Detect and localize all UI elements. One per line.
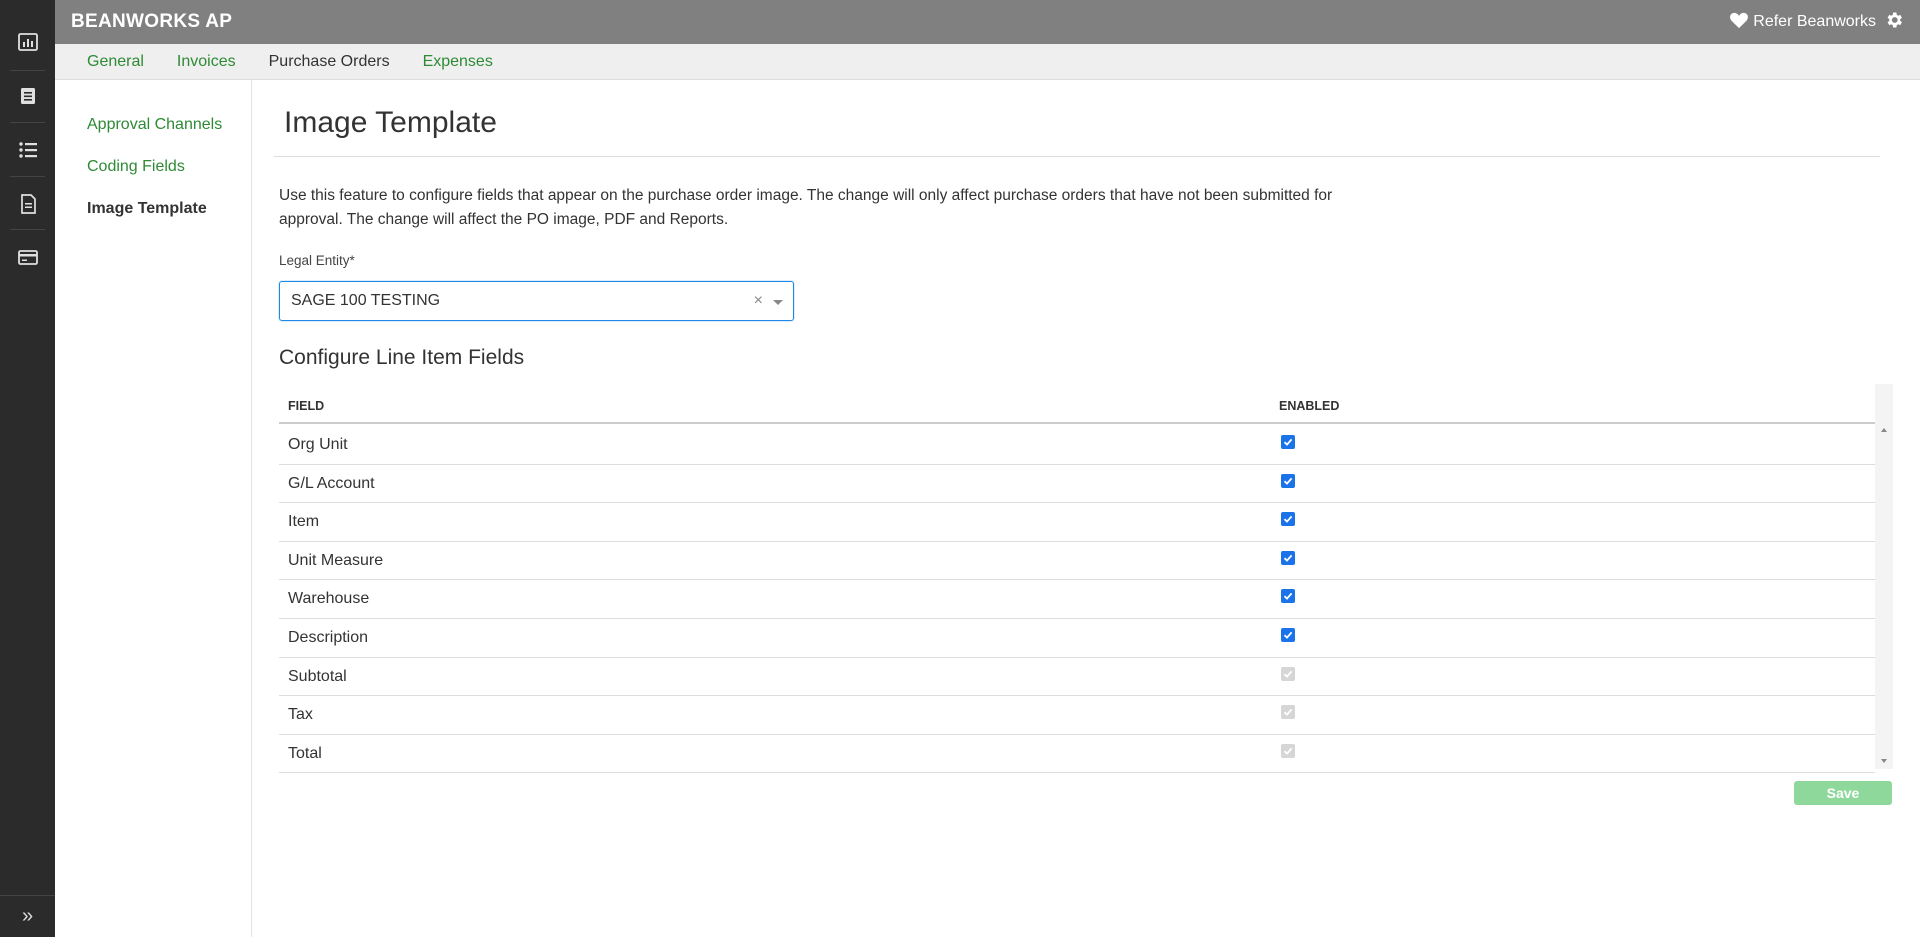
table-row: Unit Measure: [279, 542, 1875, 581]
document-list-icon[interactable]: [0, 69, 55, 123]
page-description: Use this feature to configure fields tha…: [279, 187, 1333, 228]
section-title: Configure Line Item Fields: [279, 346, 525, 369]
report-icon[interactable]: [0, 177, 55, 231]
enabled-checkbox[interactable]: [1281, 512, 1295, 527]
scroll-up-arrow-icon[interactable]: [1881, 428, 1887, 432]
app-title: BEANWORKS AP: [71, 11, 233, 32]
refer-beanworks-link[interactable]: Refer Beanworks: [1729, 11, 1876, 34]
save-button[interactable]: Save: [1794, 781, 1892, 805]
card-icon[interactable]: [0, 230, 55, 284]
refer-label: Refer Beanworks: [1753, 13, 1876, 30]
enabled-checkbox: [1281, 705, 1295, 720]
enabled-checkbox[interactable]: [1281, 550, 1295, 565]
top-bar: BEANWORKS AP Refer Beanworks: [55, 0, 1920, 44]
check-icon: [1283, 747, 1293, 755]
chevron-down-icon[interactable]: [773, 300, 783, 305]
settings-tabs: General Invoices Purchase Orders Expense…: [55, 44, 1920, 80]
page-title: Image Template: [284, 106, 497, 139]
main-content: Image Template Use this feature to confi…: [252, 80, 1920, 937]
double-chevron-right-icon[interactable]: »: [0, 895, 55, 937]
subnav-item-coding-fields[interactable]: Coding Fields: [55, 158, 251, 200]
check-icon: [1283, 708, 1293, 717]
enabled-checkbox: [1281, 743, 1295, 758]
field-name: Total: [288, 744, 322, 762]
table-row: Description: [279, 619, 1875, 658]
table-row: G/L Account: [279, 465, 1875, 504]
check-icon: [1283, 631, 1293, 639]
table-row: Total: [279, 735, 1875, 774]
sub-navigation: Approval Channels Coding Fields Image Te…: [55, 80, 252, 937]
enabled-checkbox[interactable]: [1281, 589, 1295, 604]
dashboard-icon[interactable]: [0, 15, 55, 69]
field-name: G/L Account: [288, 474, 375, 492]
check-icon: [1283, 438, 1293, 446]
heart-icon: [1729, 11, 1749, 34]
check-icon: [1283, 593, 1293, 601]
field-name: Unit Measure: [288, 551, 384, 569]
legal-entity-label: Legal Entity*: [279, 253, 355, 268]
legal-entity-value: SAGE 100 TESTING: [291, 292, 441, 309]
table-row: Warehouse: [279, 580, 1875, 619]
tab-invoices[interactable]: Invoices: [177, 53, 236, 71]
check-icon: [1283, 554, 1293, 562]
check-icon: [1283, 477, 1293, 485]
list-icon[interactable]: [0, 123, 55, 177]
check-icon: [1283, 515, 1293, 524]
enabled-checkbox[interactable]: [1281, 473, 1295, 488]
table-row: Tax: [279, 696, 1875, 735]
gear-icon[interactable]: [1884, 10, 1904, 35]
title-divider: [274, 156, 1880, 157]
table-row: Item: [279, 503, 1875, 542]
field-name: Org Unit: [288, 436, 348, 453]
column-header-enabled: ENABLED: [1279, 399, 1340, 413]
field-name: Warehouse: [288, 590, 370, 608]
enabled-checkbox: [1281, 666, 1295, 681]
enabled-checkbox[interactable]: [1281, 627, 1295, 642]
clear-icon[interactable]: ×: [754, 292, 763, 310]
subnav-item-approval-channels[interactable]: Approval Channels: [55, 116, 251, 158]
tab-expenses[interactable]: Expenses: [423, 53, 493, 71]
table-row: Subtotal: [279, 658, 1875, 697]
field-name: Item: [288, 513, 320, 531]
table-scrollbar[interactable]: [1875, 384, 1893, 769]
tab-general[interactable]: General: [87, 53, 144, 71]
subnav-item-image-template[interactable]: Image Template: [55, 200, 251, 242]
line-item-fields-table: FIELD ENABLED Org Unit G/L Account Item Uni…: [279, 384, 1893, 850]
left-rail: »: [0, 0, 55, 937]
enabled-checkbox[interactable]: [1281, 435, 1295, 449]
table-row: Org Unit: [279, 426, 1875, 465]
field-name: Description: [288, 628, 369, 646]
column-header-field: FIELD: [288, 399, 325, 413]
table-header: FIELD ENABLED: [279, 384, 1875, 424]
table-body: Org Unit G/L Account Item Unit Measure Wareh…: [279, 426, 1875, 774]
check-icon: [1283, 670, 1293, 678]
tab-purchase-orders[interactable]: Purchase Orders: [269, 53, 390, 71]
scroll-down-arrow-icon[interactable]: [1881, 759, 1887, 763]
legal-entity-select[interactable]: SAGE 100 TESTING ×: [279, 281, 794, 321]
field-name: Tax: [288, 706, 313, 724]
field-name: Subtotal: [288, 667, 347, 685]
